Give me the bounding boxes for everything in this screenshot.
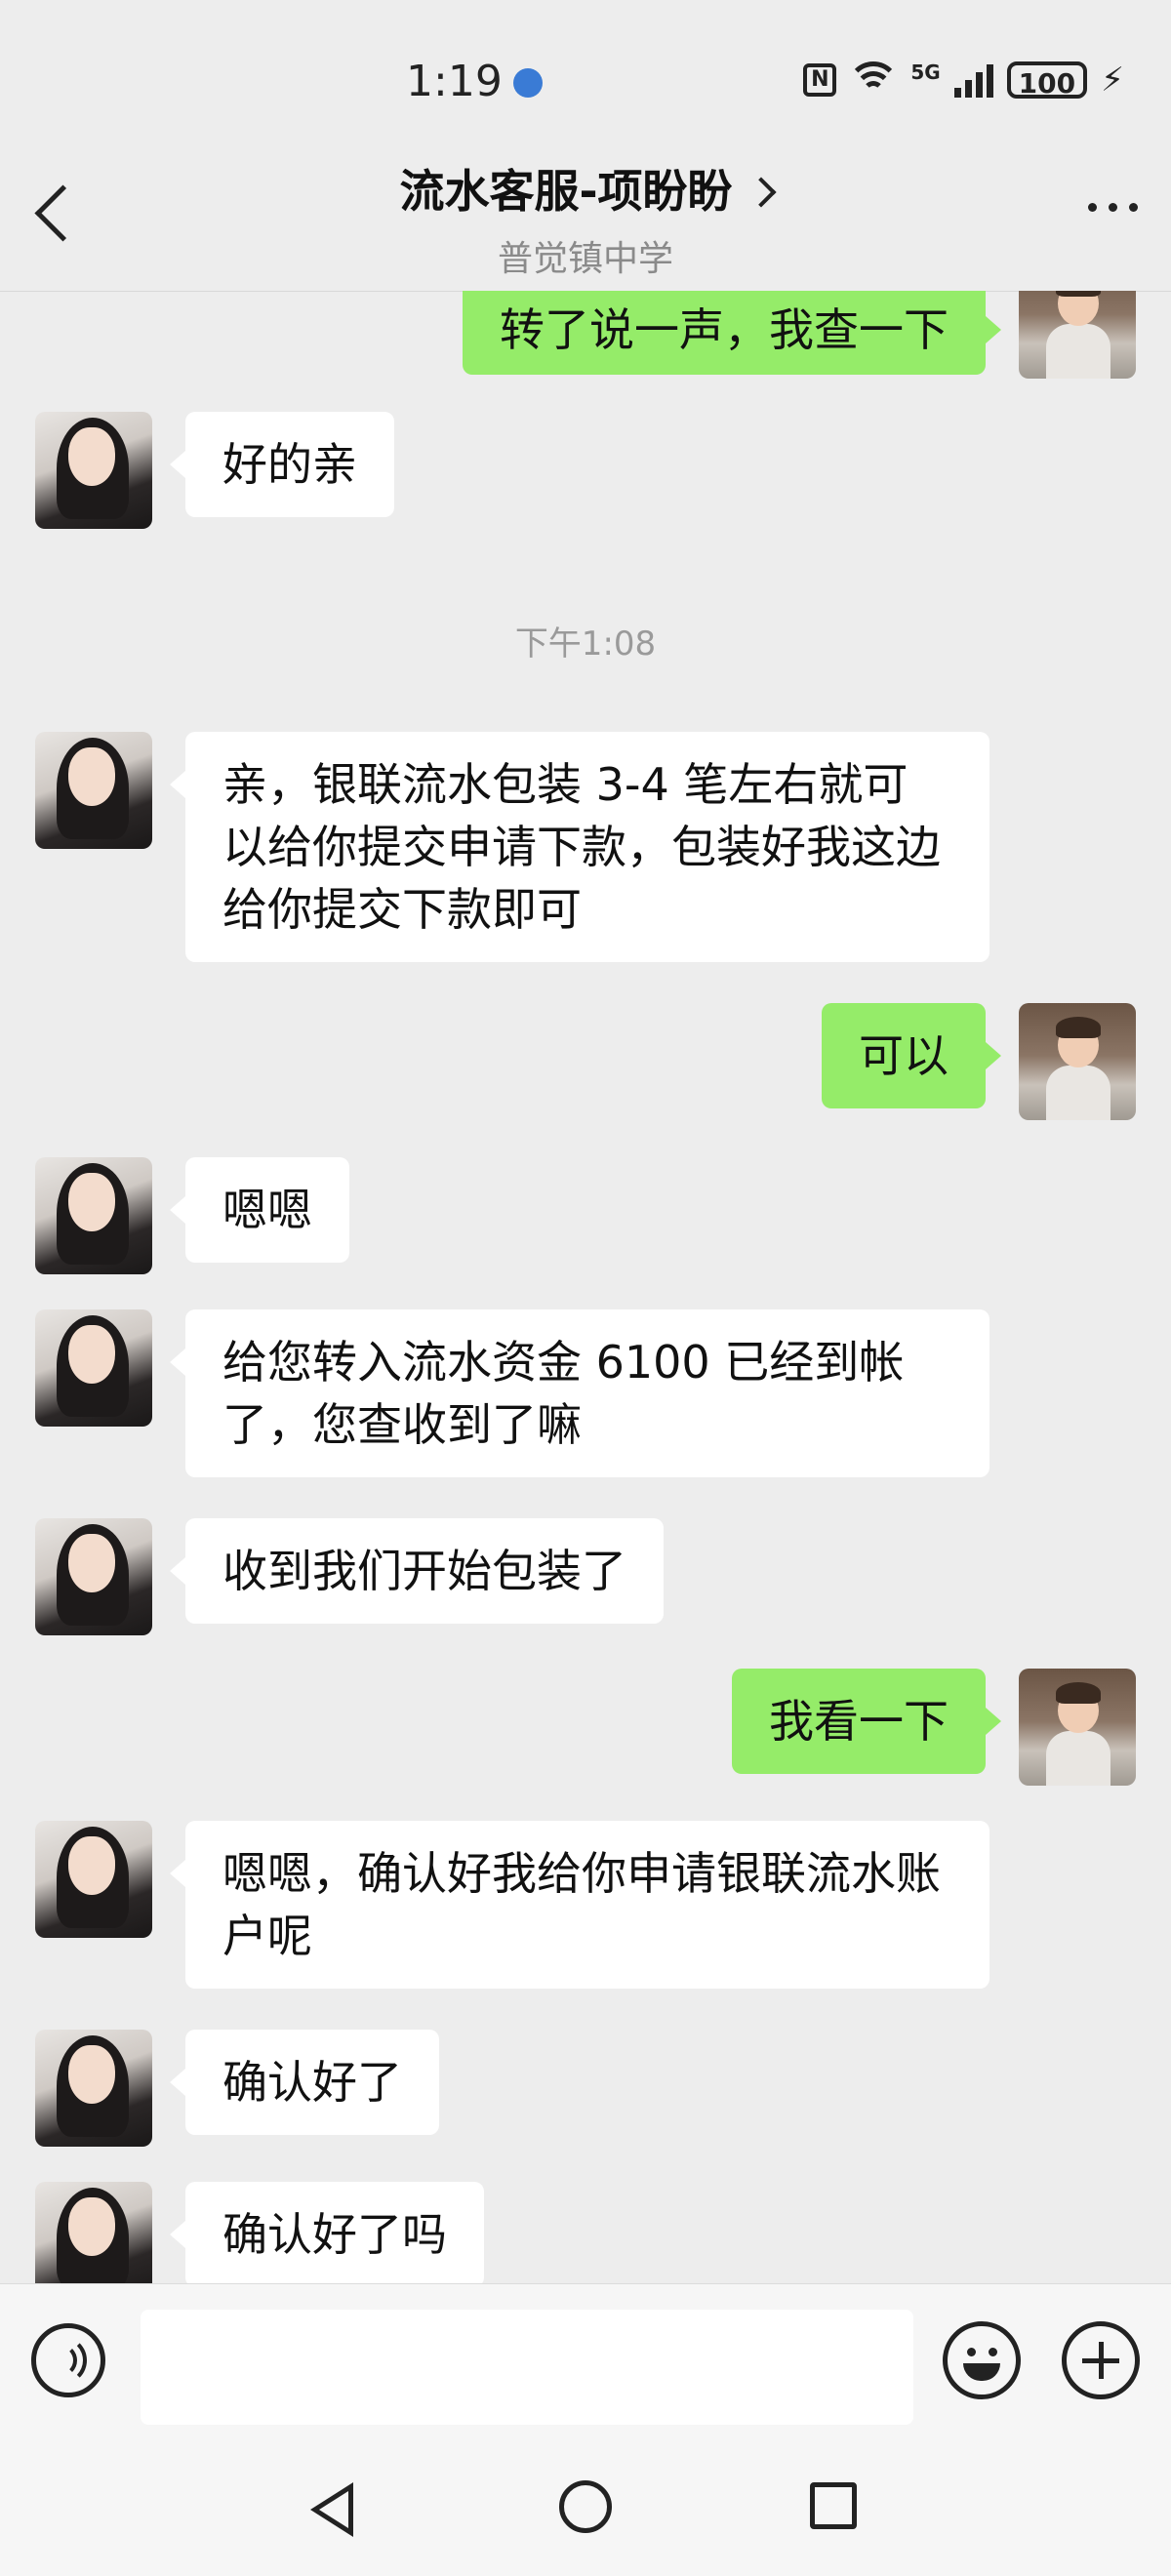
- app-notification-icon: [513, 68, 543, 98]
- message-bubble-incoming[interactable]: 好的亲: [170, 412, 394, 517]
- status-time: 1:19: [406, 57, 503, 106]
- nfc-icon: N: [803, 63, 837, 97]
- chat-title-text: 流水客服-项盼盼: [399, 165, 733, 218]
- chevron-right-icon: [745, 177, 777, 208]
- message-bubble-incoming[interactable]: 给您转入流水资金 6100 已经到帐了，您查收到了嘛: [170, 1309, 989, 1477]
- contact-avatar[interactable]: [35, 2182, 152, 2283]
- nav-home-button[interactable]: [559, 2480, 612, 2533]
- message-bubble-outgoing[interactable]: 我看一下: [732, 1669, 1001, 1774]
- contact-avatar[interactable]: [35, 1821, 152, 1938]
- message-bubble-incoming[interactable]: 嗯嗯，确认好我给你申请银联流水账户呢: [170, 1821, 989, 1989]
- chat-subtitle: 普觉镇中学: [497, 239, 673, 279]
- voice-button[interactable]: [31, 2323, 105, 2397]
- message-bubble-incoming[interactable]: 确认好了: [170, 2030, 439, 2135]
- my-avatar[interactable]: [1019, 291, 1136, 379]
- message-input[interactable]: [141, 2310, 913, 2425]
- more-button[interactable]: [1088, 203, 1138, 212]
- message-bubble-outgoing[interactable]: 可以: [822, 1003, 1001, 1108]
- chat-header: 流水客服-项盼盼 普觉镇中学: [0, 146, 1171, 292]
- status-bar: 1:19 N 5G 100 ⚡: [0, 0, 1171, 146]
- wifi-icon: [847, 61, 901, 99]
- contact-avatar[interactable]: [35, 732, 152, 849]
- chat-title[interactable]: 流水客服-项盼盼: [0, 156, 1171, 221]
- contact-avatar[interactable]: [35, 1309, 152, 1427]
- signal-icon: [953, 62, 993, 98]
- network-type-label: 5G: [910, 60, 941, 84]
- contact-avatar[interactable]: [35, 412, 152, 529]
- message-bubble-incoming[interactable]: 嗯嗯: [170, 1157, 349, 1263]
- nav-recents-button[interactable]: [810, 2482, 857, 2529]
- emoji-button[interactable]: [943, 2321, 1021, 2399]
- my-avatar[interactable]: [1019, 1669, 1136, 1786]
- emoji-icon: [967, 2348, 976, 2356]
- chat-messages[interactable]: 转了说一声，我查一下 好的亲 下午1:08 亲，银联流水包装 3-4 笔左右就可…: [0, 291, 1171, 2283]
- status-icons: N 5G 100 ⚡: [803, 60, 1124, 100]
- more-dots-icon: [1088, 203, 1097, 212]
- battery-icon: 100: [1006, 61, 1088, 100]
- contact-avatar[interactable]: [35, 2030, 152, 2147]
- message-bubble-incoming[interactable]: 确认好了吗: [170, 2182, 484, 2283]
- message-bubble-incoming[interactable]: 收到我们开始包装了: [170, 1518, 664, 1624]
- my-avatar[interactable]: [1019, 1003, 1136, 1120]
- charging-icon: ⚡: [1101, 60, 1124, 100]
- message-timestamp: 下午1:08: [514, 624, 657, 664]
- contact-avatar[interactable]: [35, 1157, 152, 1274]
- nav-back-button[interactable]: [310, 2482, 353, 2537]
- system-nav-bar: [0, 2430, 1171, 2576]
- plus-button[interactable]: [1062, 2321, 1140, 2399]
- message-bubble-incoming[interactable]: 亲，银联流水包装 3-4 笔左右就可以给你提交申请下款，包装好我这边给你提交下款…: [170, 732, 989, 962]
- message-bubble-outgoing[interactable]: 转了说一声，我查一下: [463, 291, 1001, 375]
- contact-avatar[interactable]: [35, 1518, 152, 1635]
- message-input-bar: [0, 2283, 1171, 2431]
